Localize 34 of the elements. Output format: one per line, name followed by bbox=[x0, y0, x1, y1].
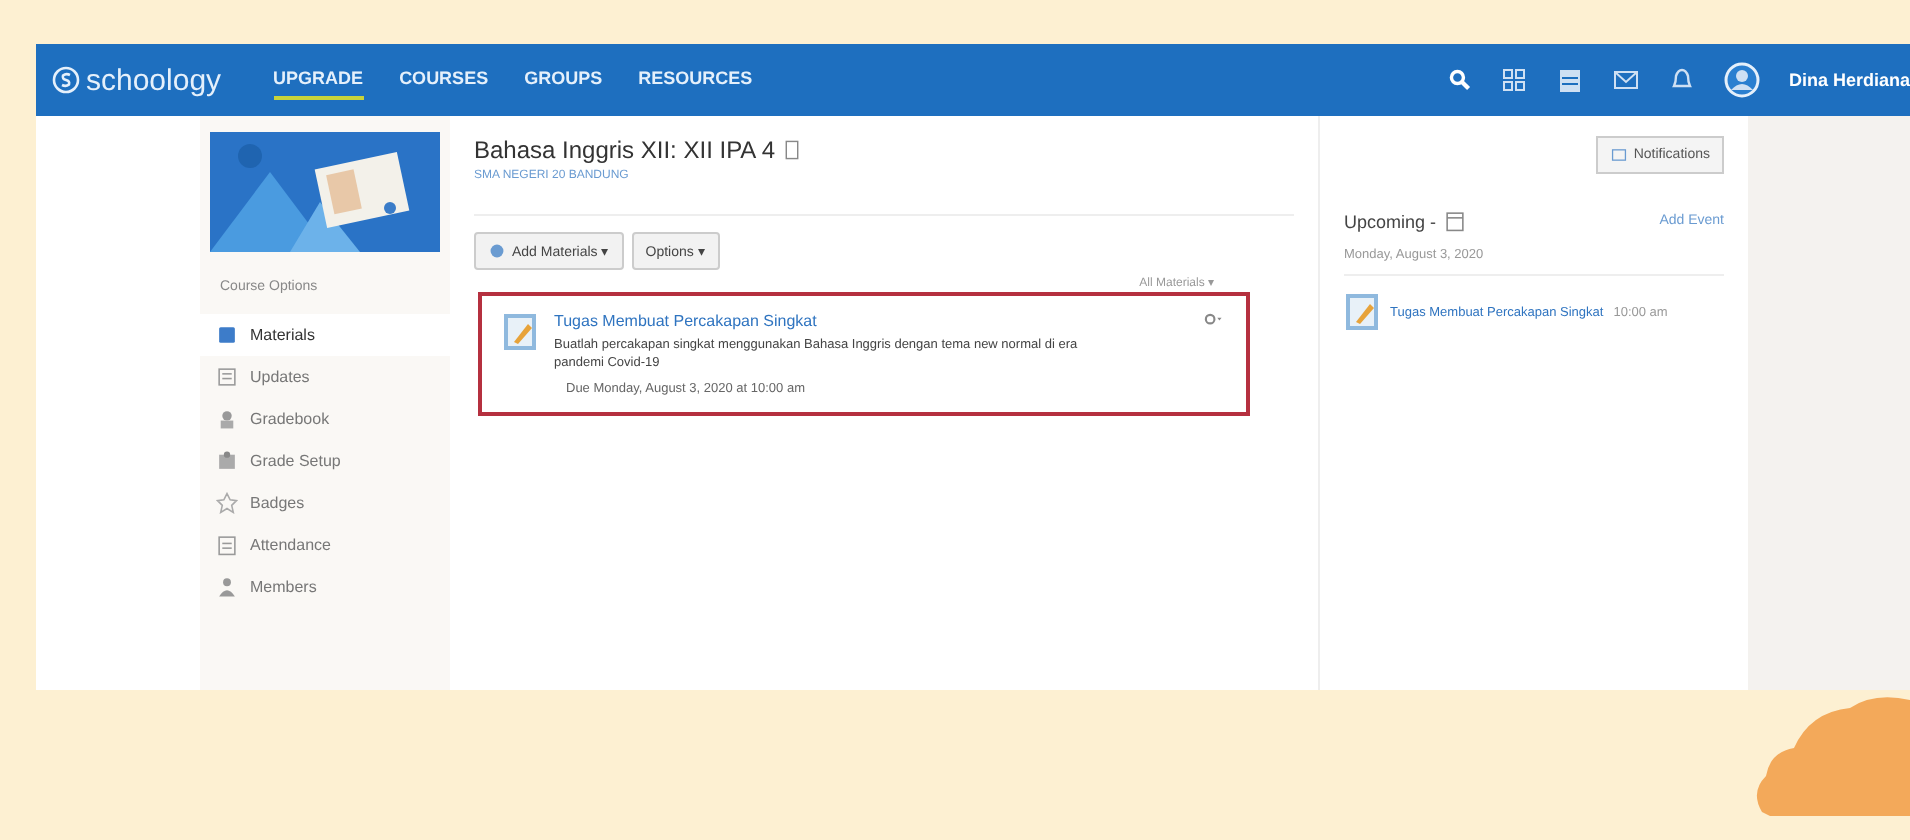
avatar-icon[interactable] bbox=[1724, 62, 1761, 98]
sidebar-item[interactable]: Updates bbox=[200, 356, 450, 398]
logo-icon bbox=[52, 66, 80, 94]
assignment-icon bbox=[502, 312, 538, 352]
nav-link[interactable]: RESOURCES bbox=[638, 60, 753, 100]
materials-icon bbox=[216, 324, 238, 346]
nav-link[interactable]: COURSES bbox=[399, 60, 489, 100]
star-icon bbox=[216, 492, 238, 514]
calendar-icon bbox=[1556, 66, 1585, 94]
list-icon bbox=[216, 534, 238, 556]
course-title: Bahasa Inggris XII: XII IPA 4 bbox=[474, 136, 776, 164]
user-name[interactable]: Dina Herdiana bbox=[1788, 70, 1910, 90]
person-icon bbox=[216, 408, 238, 430]
sidebar-item[interactable]: Attendance bbox=[200, 524, 450, 566]
upcoming-heading: Upcoming - bbox=[1344, 211, 1437, 231]
sidebar-item[interactable]: Materials bbox=[200, 314, 450, 356]
list-icon bbox=[216, 366, 238, 388]
person-icon bbox=[216, 576, 238, 598]
logo-text: schoology bbox=[86, 63, 222, 97]
nav-link[interactable]: UPGRADE bbox=[273, 60, 364, 100]
sidebar-item[interactable]: Grade Setup bbox=[200, 440, 450, 482]
sidebar-item[interactable]: Gradebook bbox=[200, 398, 450, 440]
mail-icon bbox=[1612, 66, 1641, 94]
clipboard-icon bbox=[216, 450, 238, 472]
square-icon bbox=[1609, 146, 1628, 164]
sidebar-item[interactable]: Badges bbox=[200, 482, 450, 524]
page-icon bbox=[781, 138, 802, 162]
grid-icon bbox=[1500, 66, 1529, 94]
calendar-icon bbox=[1444, 210, 1467, 232]
nav-link[interactable]: GROUPS bbox=[524, 60, 603, 100]
sidebar-item[interactable]: Members bbox=[200, 566, 450, 608]
material-title[interactable]: Tugas Membuat Percakapan Singkat bbox=[554, 312, 1184, 330]
search-icon bbox=[1448, 68, 1473, 92]
assignment-icon bbox=[1344, 292, 1380, 332]
